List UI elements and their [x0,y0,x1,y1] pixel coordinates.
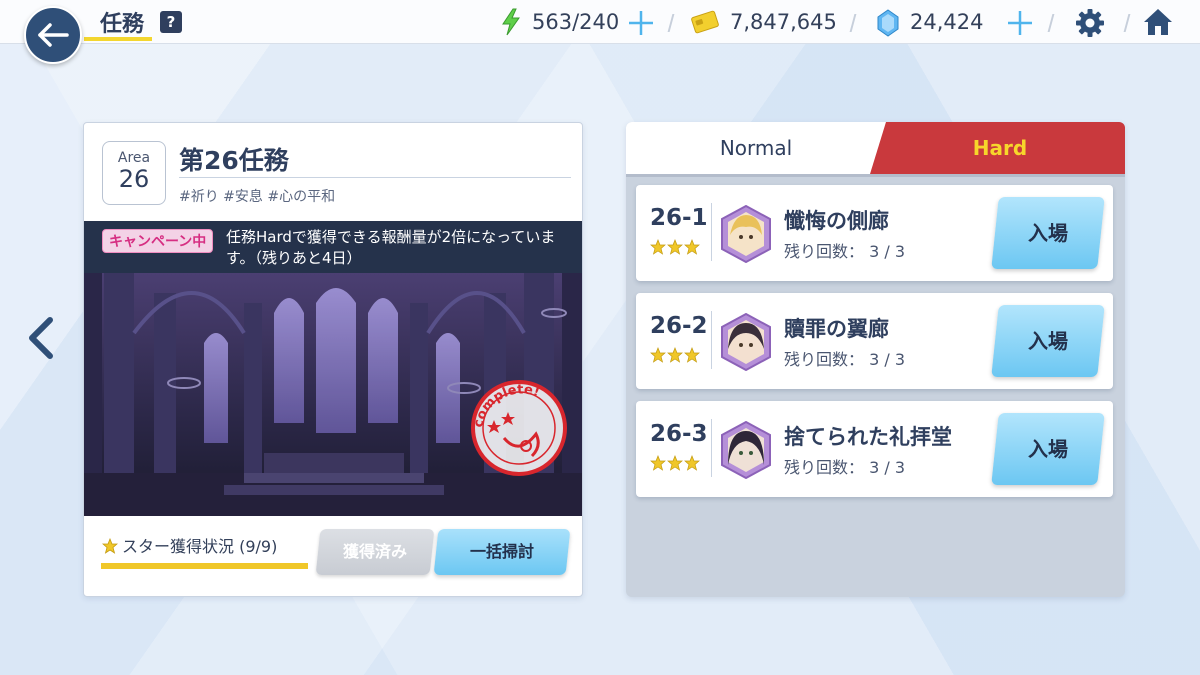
campaign-text: 任務Hardで獲得できる報酬量が2倍になっています。（残りあと4日） [226,228,556,267]
campaign-banner: キャンペーン中 任務Hardで獲得できる報酬量が2倍になっています。（残りあと4… [84,221,582,273]
tab-hard[interactable]: Hard [870,122,1125,174]
stage-name: 懺悔の側廊 [784,209,889,233]
stage-remaining: 残り回数： 3 / 3 [784,350,906,369]
arrow-left-icon [38,23,69,47]
divider [179,177,571,178]
tab-normal[interactable]: Normal [626,122,886,174]
mission-artwork: complete! [84,273,582,516]
campaign-badge: キャンペーン中 [102,229,214,253]
mission-detail-card: Area 26 第26任務 #祈り #安息 #心の平和 キャンペーン中 任務Ha… [83,122,583,597]
stage-number: 26-3 [650,421,708,447]
gems-value: 24,424 [910,10,984,34]
character-portrait-icon [721,421,771,479]
stage-list-panel: Normal Hard 26-1 懺悔の側廊 残り回数： 3 / 3 入場 26… [626,122,1125,597]
stage-stars-icon [650,347,700,363]
enter-button-label: 入場 [1028,437,1068,461]
add-stamina-icon[interactable] [626,8,656,38]
divider [711,419,712,477]
star-outline-icon [102,538,118,554]
gold-value: 7,847,645 [730,10,837,34]
lightning-icon [502,8,520,36]
back-button[interactable] [24,6,82,64]
character-portrait-icon [721,205,771,263]
stage-stars-icon [650,455,700,471]
area-badge: Area 26 [102,141,166,205]
separator [849,14,857,32]
crystal-icon [877,9,899,37]
stage-name: 捨てられた礼拝堂 [784,425,952,449]
obtained-button[interactable]: 獲得済み [315,529,435,575]
stage-name: 贖罪の翼廊 [784,317,889,341]
enter-button[interactable]: 入場 [991,197,1105,269]
stage-row[interactable]: 26-1 懺悔の側廊 残り回数： 3 / 3 入場 [636,185,1113,281]
enter-button[interactable]: 入場 [991,413,1105,485]
star-status-text: スター獲得状況 (9/9) [122,537,278,556]
stage-remaining: 残り回数： 3 / 3 [784,242,906,261]
separator [1047,14,1055,32]
star-status: スター獲得状況 (9/9) [102,533,277,557]
stamina-value: 563/240 [532,10,620,34]
stage-number: 26-2 [650,313,708,339]
help-icon[interactable]: ? [160,11,182,33]
bulk-sweep-button-label: 一括掃討 [469,542,534,561]
area-label: Area [117,150,151,166]
mission-tags: #祈り #安息 #心の平和 [179,189,336,205]
bulk-sweep-button[interactable]: 一括掃討 [433,529,571,575]
area-number: 26 [118,165,150,193]
character-portrait-icon [721,313,771,371]
star-progress-bar [101,563,308,569]
separator [1123,14,1131,32]
complete-stamp-icon: complete! [471,380,567,476]
enter-button[interactable]: 入場 [991,305,1105,377]
add-gems-icon[interactable] [1005,8,1035,38]
stage-number: 26-1 [650,205,708,231]
top-bar: 任務 ? 563/240 7,847,645 24,424 [0,0,1200,44]
star-progress-fill [101,563,308,569]
stage-row[interactable]: 26-2 贖罪の翼廊 残り回数： 3 / 3 入場 [636,293,1113,389]
obtained-button-label: 獲得済み [342,542,407,561]
mission-title: 第26任務 [179,146,289,175]
enter-button-label: 入場 [1028,221,1068,245]
stage-remaining: 残り回数： 3 / 3 [784,458,906,477]
credit-card-icon [691,10,719,34]
previous-area-arrow[interactable] [24,316,58,360]
tab-divider [626,174,1125,177]
separator [667,14,675,32]
stage-stars-icon [650,239,700,255]
divider [711,203,712,261]
gear-icon[interactable] [1074,7,1106,39]
home-icon[interactable] [1142,6,1174,38]
title-underline [84,37,152,41]
divider [711,311,712,369]
stage-row[interactable]: 26-3 捨てられた礼拝堂 残り回数： 3 / 3 入場 [636,401,1113,497]
enter-button-label: 入場 [1028,329,1068,353]
page-title: 任務 [100,12,145,37]
